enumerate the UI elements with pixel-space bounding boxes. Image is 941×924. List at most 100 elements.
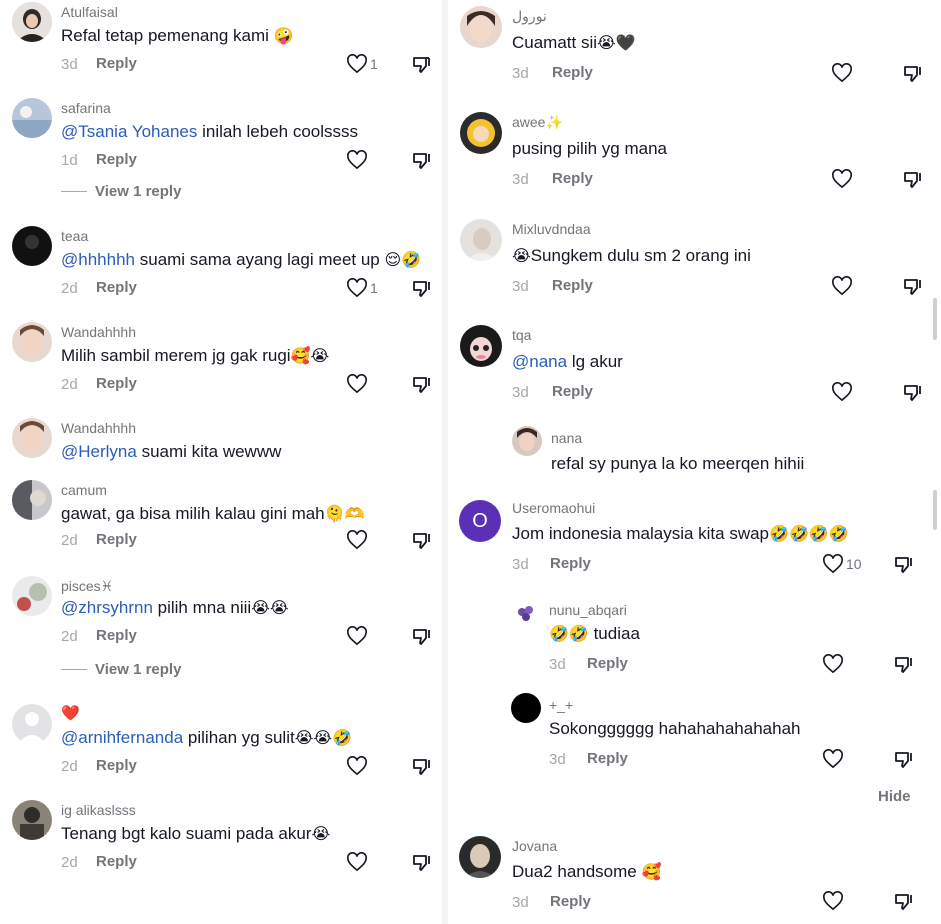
username[interactable]: Mixluvdndaa [512, 221, 591, 237]
username[interactable]: +_+ [549, 697, 573, 713]
mention-link[interactable]: @Herlyna [61, 442, 137, 461]
avatar[interactable] [460, 219, 502, 261]
dislike-button[interactable] [411, 375, 431, 395]
thumbs-down-icon [413, 629, 430, 645]
mention-link[interactable]: @zhrsyhrnn [61, 598, 153, 617]
mention-link[interactable]: @nana [512, 352, 567, 371]
comment-text: gawat, ga bisa milih kalau gini mah🫠🫶 [61, 504, 365, 523]
dislike-button[interactable] [893, 655, 913, 675]
dislike-button[interactable] [902, 64, 922, 84]
like-button[interactable] [822, 891, 844, 911]
username[interactable]: ig alikaslsss [61, 802, 136, 818]
username[interactable]: safarina [61, 100, 111, 116]
username[interactable]: nunu_abqari [549, 602, 627, 618]
dislike-button[interactable] [893, 555, 913, 575]
username[interactable]: tqa [512, 327, 531, 343]
dislike-button[interactable] [893, 750, 913, 770]
avatar[interactable] [12, 2, 52, 42]
like-button[interactable] [831, 276, 853, 296]
dislike-button[interactable] [902, 383, 922, 403]
view-replies-button[interactable]: View 1 reply [61, 183, 181, 200]
avatar[interactable] [511, 693, 541, 723]
dislike-button[interactable] [902, 170, 922, 190]
scrollbar[interactable] [933, 298, 937, 340]
reply-button[interactable]: Reply [96, 757, 137, 774]
reply-button[interactable]: Reply [96, 279, 137, 296]
dislike-button[interactable] [411, 55, 431, 75]
dislike-button[interactable] [411, 627, 431, 647]
mention-link[interactable]: @arnihfernanda [61, 728, 183, 747]
dislike-button[interactable] [411, 757, 431, 777]
reply-button[interactable]: Reply [552, 383, 593, 400]
username[interactable]: Useromaohui [512, 500, 595, 516]
like-button[interactable] [346, 530, 368, 550]
reply-button[interactable]: Reply [550, 555, 591, 572]
reply-button[interactable]: Reply [587, 750, 628, 767]
dislike-button[interactable] [411, 279, 431, 299]
reply-button[interactable]: Reply [550, 893, 591, 910]
like-button[interactable] [346, 150, 368, 170]
reply-button[interactable]: Reply [96, 151, 137, 168]
timestamp: 3d [512, 384, 529, 401]
mention-link[interactable]: @hhhhhh [61, 250, 135, 269]
username[interactable]: Wandahhhh [61, 420, 136, 436]
dislike-button[interactable] [902, 277, 922, 297]
dislike-button[interactable] [411, 151, 431, 171]
dislike-button[interactable] [411, 531, 431, 551]
avatar[interactable] [12, 704, 52, 744]
reply-button[interactable]: Reply [552, 170, 593, 187]
avatar[interactable] [511, 598, 541, 628]
like-button[interactable] [831, 382, 853, 402]
reply-button[interactable]: Reply [96, 55, 137, 72]
avatar[interactable] [12, 322, 52, 362]
like-button[interactable] [831, 169, 853, 189]
like-button[interactable]: 1 [346, 278, 378, 298]
username[interactable]: Jovana [512, 838, 557, 854]
avatar[interactable] [12, 98, 52, 138]
like-button[interactable] [346, 374, 368, 394]
like-button[interactable] [831, 63, 853, 83]
avatar[interactable] [12, 800, 52, 840]
username[interactable]: نورول [512, 8, 547, 25]
avatar[interactable] [12, 576, 52, 616]
avatar[interactable] [12, 418, 52, 458]
avatar[interactable] [460, 6, 502, 48]
scrollbar[interactable] [933, 490, 937, 530]
username[interactable]: nana [551, 430, 582, 446]
like-button[interactable] [346, 852, 368, 872]
username[interactable]: Wandahhhh [61, 324, 136, 340]
reply-button[interactable]: Reply [552, 277, 593, 294]
avatar[interactable] [12, 480, 52, 520]
username[interactable]: teaa [61, 228, 88, 244]
reply-button[interactable]: Reply [96, 853, 137, 870]
reply-button[interactable]: Reply [587, 655, 628, 672]
hide-replies-button[interactable]: Hide [878, 788, 911, 805]
avatar[interactable] [460, 112, 502, 154]
avatar[interactable]: O [459, 500, 501, 542]
username[interactable]: awee✨ [512, 114, 563, 131]
like-button[interactable]: 10 [822, 554, 862, 574]
like-button[interactable]: 1 [346, 54, 378, 74]
avatar[interactable] [512, 426, 542, 456]
reply-button[interactable]: Reply [96, 375, 137, 392]
like-button[interactable] [822, 654, 844, 674]
username[interactable]: ❤️ [61, 704, 80, 722]
avatar[interactable] [12, 226, 52, 266]
username[interactable]: Atulfaisal [61, 4, 118, 20]
username[interactable]: pisces♓ [61, 578, 113, 595]
avatar[interactable] [459, 836, 501, 878]
reply-button[interactable]: Reply [552, 64, 593, 81]
like-button[interactable] [346, 626, 368, 646]
dislike-button[interactable] [411, 853, 431, 873]
like-button[interactable] [346, 756, 368, 776]
dislike-button[interactable] [893, 892, 913, 912]
like-button[interactable] [822, 749, 844, 769]
reply-button[interactable]: Reply [96, 627, 137, 644]
heart-icon [347, 626, 367, 646]
view-replies-button[interactable]: View 1 reply [61, 661, 181, 678]
username[interactable]: camum [61, 482, 107, 498]
reply-button[interactable]: Reply [96, 531, 137, 548]
avatar[interactable] [460, 325, 502, 367]
comment-text: refal sy punya la ko meerqen hihii [551, 454, 805, 473]
mention-link[interactable]: @Tsania Yohanes [61, 122, 197, 141]
